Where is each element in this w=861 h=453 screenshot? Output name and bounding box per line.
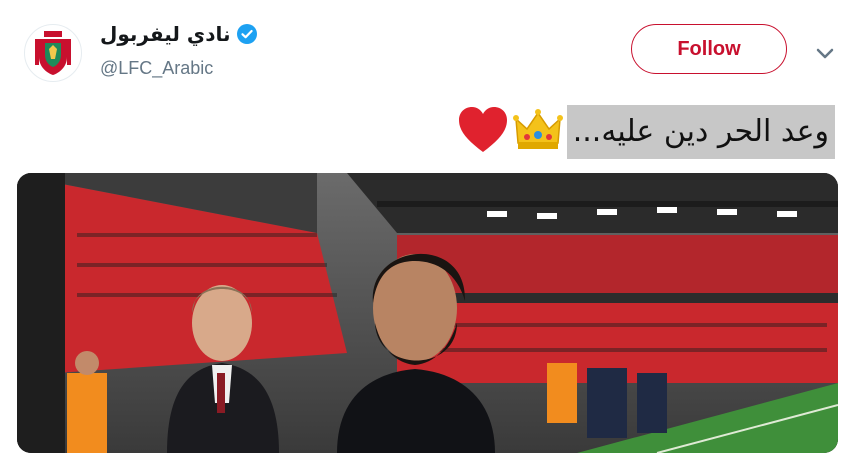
tweet-media-photo[interactable] <box>17 173 838 453</box>
chevron-down-icon[interactable] <box>812 40 838 66</box>
crown-emoji <box>512 107 563 158</box>
red-heart-emoji <box>457 106 509 159</box>
follow-button[interactable]: Follow <box>631 24 787 74</box>
verified-badge-icon <box>236 24 257 44</box>
account-avatar[interactable] <box>24 24 82 82</box>
tweet-text: وعد الحر دين عليه... <box>457 104 835 160</box>
account-display-name[interactable]: نادي ليفربول <box>100 22 231 46</box>
tweet-text-body: وعد الحر دين عليه... <box>566 105 835 159</box>
lfc-crest-icon <box>35 31 71 75</box>
account-handle[interactable]: @LFC_Arabic <box>100 58 213 79</box>
